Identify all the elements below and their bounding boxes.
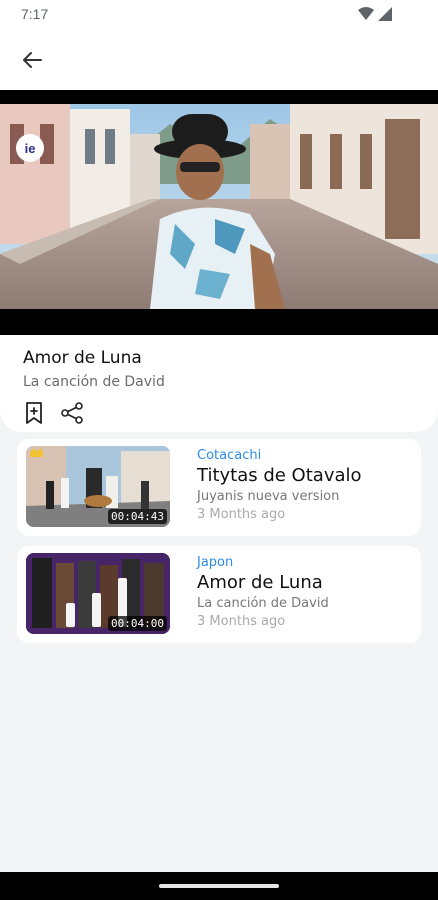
video-thumbnail[interactable]: 00:04:43 <box>26 446 170 527</box>
bookmark-button[interactable] <box>22 401 46 425</box>
item-time: 3 Months ago <box>197 614 286 629</box>
video-scene <box>0 104 438 309</box>
item-category: Cotacachi <box>197 448 262 463</box>
status-icons <box>358 7 392 21</box>
list-item[interactable]: 00:04:00 Japon Amor de Luna La canción d… <box>17 546 421 643</box>
video-duration: 00:04:00 <box>108 616 167 631</box>
share-button[interactable] <box>60 401 84 425</box>
list-item[interactable]: 00:04:43 Cotacachi Titytas de Otavalo Ju… <box>17 439 421 536</box>
item-title: Amor de Luna <box>197 572 323 593</box>
home-gesture-handle[interactable] <box>159 884 279 888</box>
now-playing-subtitle: La canción de David <box>23 374 165 390</box>
arrow-left-icon <box>23 52 42 68</box>
item-category: Japon <box>197 555 234 570</box>
now-playing-title: Amor de Luna <box>23 348 142 368</box>
item-time: 3 Months ago <box>197 507 286 522</box>
back-button[interactable] <box>16 44 48 76</box>
video-frame[interactable]: ie <box>0 104 438 309</box>
signal-icon <box>378 7 392 21</box>
item-subtitle: Juyanis nueva version <box>197 489 340 504</box>
video-duration: 00:04:43 <box>108 509 167 524</box>
system-nav-bar <box>0 872 438 900</box>
channel-logo: ie <box>16 134 44 162</box>
now-playing-card: Amor de Luna La canción de David <box>0 335 438 432</box>
video-player[interactable]: ie <box>0 90 438 335</box>
item-subtitle: La canción de David <box>197 596 329 611</box>
status-bar: 7:17 <box>0 0 438 30</box>
app-bar <box>0 30 438 90</box>
status-time: 7:17 <box>21 6 49 22</box>
video-thumbnail[interactable]: 00:04:00 <box>26 553 170 634</box>
item-title: Titytas de Otavalo <box>197 465 362 486</box>
bookmark-add-icon <box>26 402 42 424</box>
share-icon <box>61 402 83 424</box>
wifi-icon <box>358 7 374 20</box>
